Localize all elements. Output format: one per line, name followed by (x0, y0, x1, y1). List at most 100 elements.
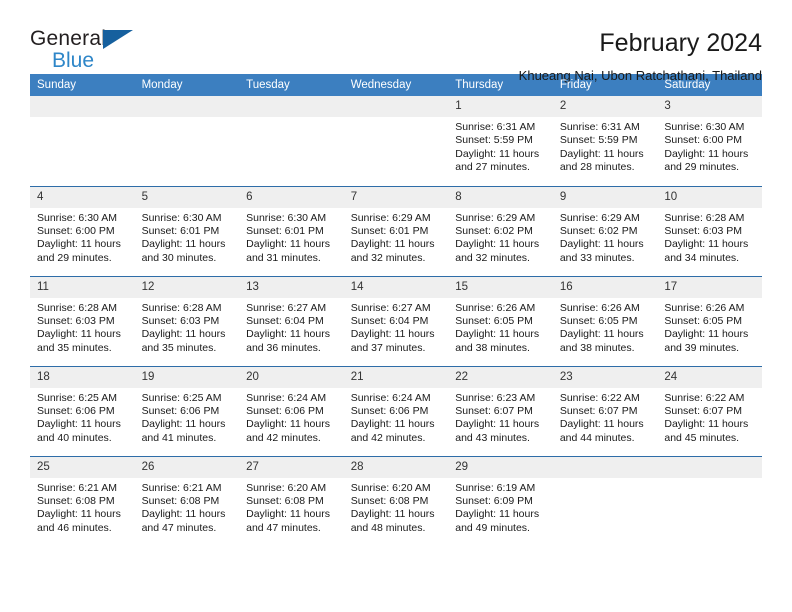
day-cell-1[interactable]: 1 Sunrise: 6:31 AM Sunset: 5:59 PM Daylight… (448, 96, 553, 187)
day-cell-15[interactable]: 15 Sunrise: 6:26 AM Sunset: 6:05 PM Dayligh… (448, 276, 553, 367)
day-cell-10[interactable]: 10 Sunrise: 6:28 AM Sunset: 6:03 PM Dayligh… (657, 186, 762, 277)
day-detail-line: and 36 minutes. (246, 341, 321, 354)
day-detail-line: Sunset: 6:06 PM (350, 404, 429, 417)
day-detail-line: and 45 minutes. (664, 431, 740, 444)
day-detail-line: Sunset: 6:03 PM (664, 224, 743, 237)
day-detail-line: and 48 minutes. (350, 521, 426, 534)
calendar-week-row: 18 Sunrise: 6:25 AM Sunset: 6:06 PM Dayligh… (30, 366, 762, 457)
day-cell-3[interactable]: 3 Sunrise: 6:30 AM Sunset: 6:00 PM Daylight… (657, 96, 762, 187)
day-cell-9[interactable]: 9 Sunrise: 6:29 AM Sunset: 6:02 PM Daylight… (552, 186, 658, 277)
day-detail-line: Sunrise: 6:19 AM (455, 481, 536, 494)
day-number: 9 (552, 186, 658, 208)
day-cell-7[interactable]: 7 Sunrise: 6:29 AM Sunset: 6:01 PM Daylight… (343, 186, 449, 277)
day-number (30, 96, 135, 117)
day-details: Sunrise: 6:24 AM Sunset: 6:06 PM Daylight:… (344, 388, 449, 446)
calendar-week-row: 11 Sunrise: 6:28 AM Sunset: 6:03 PM Dayligh… (30, 276, 762, 367)
day-detail-line: Sunset: 6:03 PM (141, 314, 220, 327)
general-blue-logo[interactable]: General Blue (30, 28, 150, 76)
day-detail-line: Daylight: 11 hours (559, 238, 644, 251)
day-cell-24[interactable]: 24 Sunrise: 6:22 AM Sunset: 6:07 PM Dayligh… (657, 366, 762, 457)
day-cell-21[interactable]: 21 Sunrise: 6:24 AM Sunset: 6:06 PM Dayligh… (343, 366, 449, 457)
calendar-body: 1 Sunrise: 6:31 AM Sunset: 5:59 PM Daylight… (30, 96, 762, 546)
day-number: 6 (239, 186, 344, 208)
day-number: 11 (30, 276, 135, 298)
day-detail-line: and 43 minutes. (455, 431, 530, 444)
day-detail-line: Sunset: 6:06 PM (37, 404, 115, 417)
day-number: 28 (343, 456, 449, 478)
day-number: 3 (657, 96, 762, 117)
day-cell-2[interactable]: 2 Sunrise: 6:31 AM Sunset: 5:59 PM Daylight… (552, 96, 658, 187)
day-detail-line: Sunrise: 6:30 AM (246, 211, 327, 224)
day-detail-line: Sunrise: 6:23 AM (455, 391, 536, 404)
day-detail-line: Sunrise: 6:20 AM (246, 481, 327, 494)
day-details: Sunrise: 6:22 AM Sunset: 6:07 PM Daylight:… (657, 388, 762, 446)
day-cell-17[interactable]: 17 Sunrise: 6:26 AM Sunset: 6:05 PM Dayligh… (657, 276, 762, 367)
day-number (657, 456, 762, 478)
day-cell-26[interactable]: 26 Sunrise: 6:21 AM Sunset: 6:08 PM Dayligh… (134, 456, 240, 546)
day-number: 1 (448, 96, 553, 117)
day-detail-line: Daylight: 11 hours (246, 328, 330, 341)
day-cell-6[interactable]: 6 Sunrise: 6:30 AM Sunset: 6:01 PM Daylight… (239, 186, 344, 277)
day-details: Sunrise: 6:30 AM Sunset: 6:00 PM Daylight:… (30, 208, 135, 266)
day-detail-line: Sunset: 6:07 PM (559, 404, 638, 417)
day-cell-20[interactable]: 20 Sunrise: 6:24 AM Sunset: 6:06 PM Dayligh… (239, 366, 344, 457)
day-cell-25[interactable]: 25 Sunrise: 6:21 AM Sunset: 6:08 PM Dayligh… (30, 456, 135, 546)
day-cell-27[interactable]: 27 Sunrise: 6:20 AM Sunset: 6:08 PM Dayligh… (239, 456, 344, 546)
day-detail-line: Daylight: 11 hours (37, 238, 121, 251)
day-detail-line: Daylight: 11 hours (141, 328, 226, 341)
day-detail-line: Sunrise: 6:29 AM (350, 211, 431, 224)
day-detail-line: Daylight: 11 hours (246, 238, 330, 251)
day-cell-18[interactable]: 18 Sunrise: 6:25 AM Sunset: 6:06 PM Dayligh… (30, 366, 135, 457)
day-detail-line: Sunrise: 6:27 AM (246, 301, 327, 314)
day-details: Sunrise: 6:26 AM Sunset: 6:05 PM Daylight:… (657, 298, 762, 356)
day-number: 15 (448, 276, 553, 298)
day-number (239, 96, 344, 117)
day-detail-line: Sunset: 6:05 PM (664, 314, 743, 327)
day-detail-line: Daylight: 11 hours (350, 418, 435, 431)
day-detail-line: Sunrise: 6:31 AM (455, 121, 536, 133)
day-detail-line: Daylight: 11 hours (37, 418, 121, 431)
day-detail-line: and 38 minutes. (559, 341, 635, 354)
day-details (553, 478, 658, 482)
day-cell-4[interactable]: 4 Sunrise: 6:30 AM Sunset: 6:00 PM Daylight… (30, 186, 135, 277)
day-detail-line: Sunrise: 6:28 AM (664, 211, 745, 224)
day-number: 5 (134, 186, 240, 208)
day-cell-19[interactable]: 19 Sunrise: 6:25 AM Sunset: 6:06 PM Dayligh… (134, 366, 240, 457)
day-number: 8 (448, 186, 553, 208)
day-details: Sunrise: 6:21 AM Sunset: 6:08 PM Daylight:… (135, 478, 240, 536)
day-detail-line: Sunset: 6:08 PM (141, 494, 220, 507)
day-cell-28[interactable]: 28 Sunrise: 6:20 AM Sunset: 6:08 PM Dayligh… (343, 456, 449, 546)
day-cell-14[interactable]: 14 Sunrise: 6:27 AM Sunset: 6:04 PM Dayligh… (343, 276, 449, 367)
day-details (239, 117, 344, 121)
day-detail-line: Sunset: 5:59 PM (455, 134, 533, 147)
day-cell-11[interactable]: 11 Sunrise: 6:28 AM Sunset: 6:03 PM Dayligh… (30, 276, 135, 367)
day-cell-empty (239, 96, 344, 187)
day-details: Sunrise: 6:24 AM Sunset: 6:06 PM Daylight:… (239, 388, 344, 446)
day-details: Sunrise: 6:22 AM Sunset: 6:07 PM Daylight:… (553, 388, 658, 446)
day-cell-empty (552, 456, 658, 546)
day-cell-23[interactable]: 23 Sunrise: 6:22 AM Sunset: 6:07 PM Dayligh… (552, 366, 658, 457)
day-detail-line: Sunset: 6:08 PM (246, 494, 324, 507)
day-cell-29[interactable]: 29 Sunrise: 6:19 AM Sunset: 6:09 PM Dayligh… (448, 456, 553, 546)
day-cell-12[interactable]: 12 Sunrise: 6:28 AM Sunset: 6:03 PM Dayligh… (134, 276, 240, 367)
day-cell-22[interactable]: 22 Sunrise: 6:23 AM Sunset: 6:07 PM Dayligh… (448, 366, 553, 457)
day-cell-13[interactable]: 13 Sunrise: 6:27 AM Sunset: 6:04 PM Dayligh… (239, 276, 344, 367)
day-detail-line: and 32 minutes. (350, 251, 426, 264)
day-detail-line: and 27 minutes. (455, 161, 530, 174)
calendar-grid: Sunday Monday Tuesday Wednesday Thursday Frid… (30, 74, 762, 546)
day-detail-line: and 42 minutes. (350, 431, 426, 444)
day-number: 4 (30, 186, 135, 208)
day-cell-8[interactable]: 8 Sunrise: 6:29 AM Sunset: 6:02 PM Daylight… (448, 186, 553, 277)
day-cell-5[interactable]: 5 Sunrise: 6:30 AM Sunset: 6:01 PM Daylight… (134, 186, 240, 277)
day-details: Sunrise: 6:28 AM Sunset: 6:03 PM Daylight:… (657, 208, 762, 266)
day-detail-line: and 34 minutes. (664, 251, 740, 264)
day-detail-line: Daylight: 11 hours (141, 508, 226, 521)
day-detail-line: and 30 minutes. (141, 251, 217, 264)
day-detail-line: Sunrise: 6:26 AM (664, 301, 745, 314)
day-details: Sunrise: 6:30 AM Sunset: 6:00 PM Daylight:… (657, 117, 762, 175)
day-detail-line: Sunset: 6:00 PM (664, 134, 743, 147)
day-cell-16[interactable]: 16 Sunrise: 6:26 AM Sunset: 6:05 PM Dayligh… (552, 276, 658, 367)
page-title: February 2024 (599, 29, 762, 57)
day-detail-line: and 35 minutes. (37, 341, 112, 354)
day-details: Sunrise: 6:20 AM Sunset: 6:08 PM Daylight:… (239, 478, 344, 536)
